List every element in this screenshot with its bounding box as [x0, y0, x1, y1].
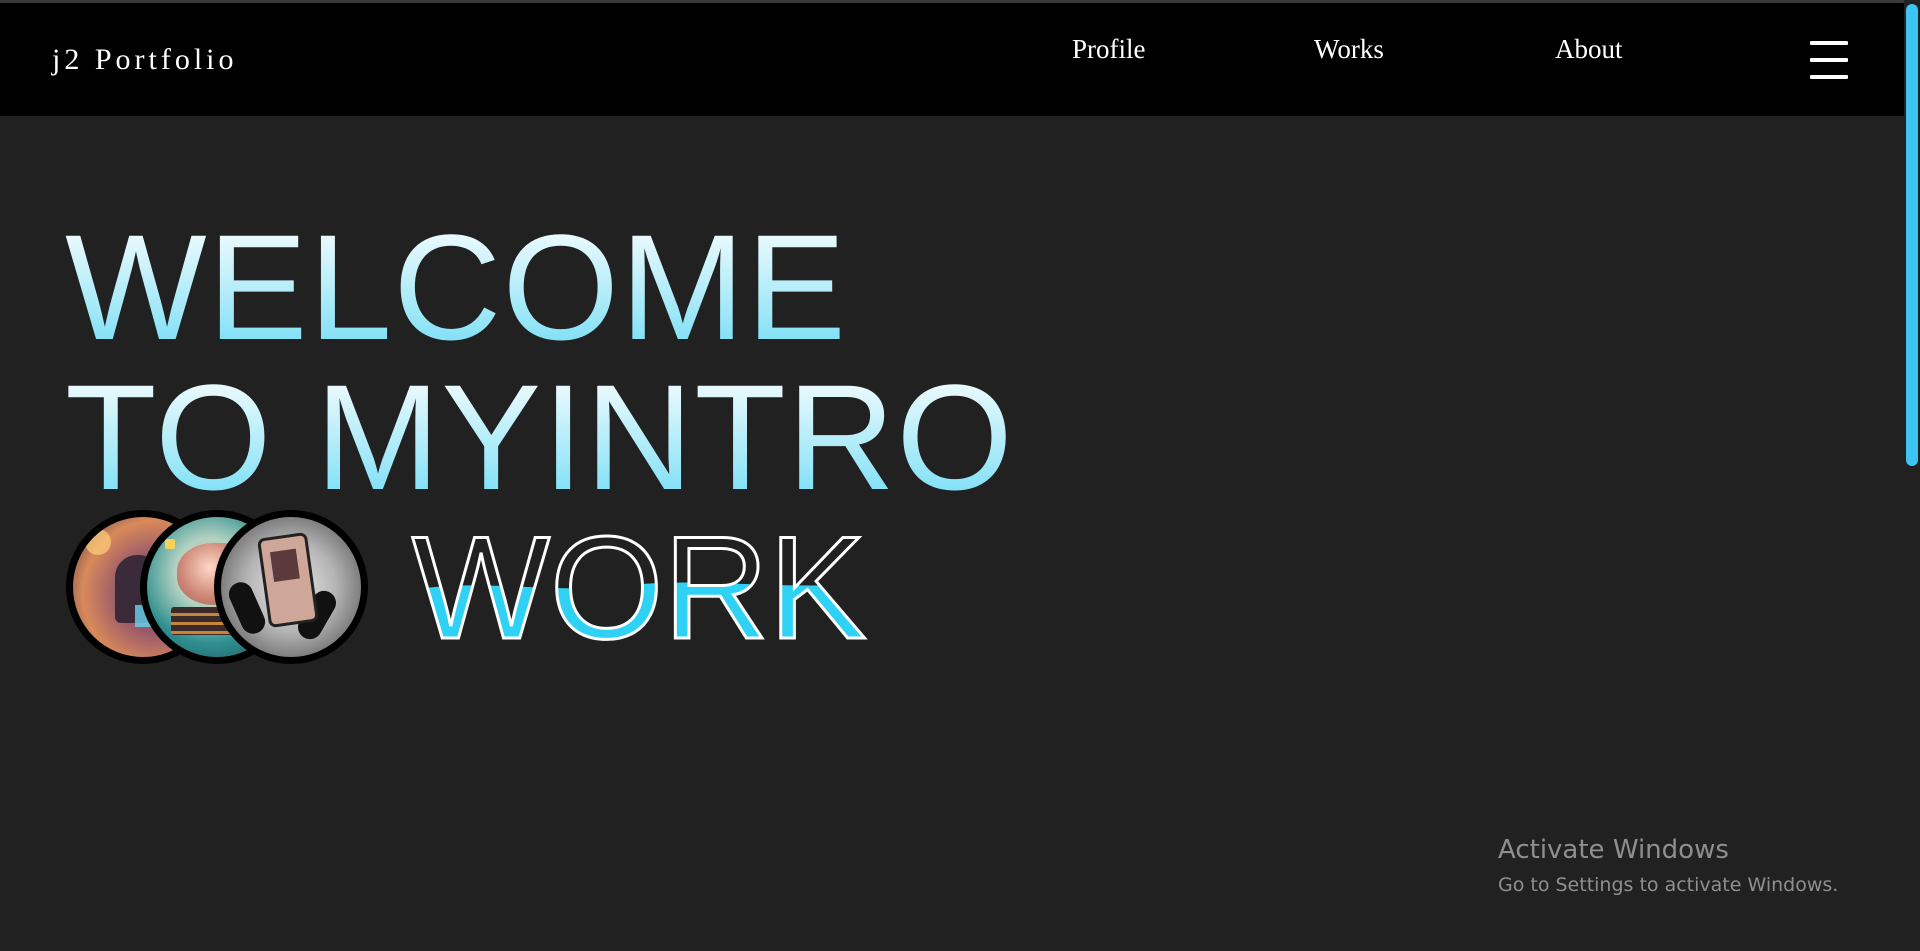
avatar-phone-headphones — [214, 510, 368, 664]
phone-icon — [256, 531, 320, 629]
scrollbar-thumb[interactable] — [1906, 4, 1918, 466]
nav-link-works[interactable]: Works — [1314, 34, 1384, 65]
hero-title-line-1: WELCOME — [65, 203, 848, 371]
nav-link-about[interactable]: About — [1555, 34, 1623, 65]
activate-windows-title: Activate Windows — [1498, 835, 1729, 865]
hero-title-work: WORK WORK — [411, 505, 868, 671]
brand-logo[interactable]: j2 Portfolio — [52, 43, 238, 77]
work-outline: WORK — [412, 506, 866, 669]
headphone-left-icon — [225, 578, 269, 638]
activate-windows-subtitle: Go to Settings to activate Windows. — [1498, 874, 1839, 896]
hero-title-line-2: TO MYINTRO — [65, 353, 1014, 521]
navbar: j2 Portfolio Profile Works About — [0, 3, 1904, 116]
scrollbar[interactable] — [1904, 0, 1920, 951]
avatar-stack — [66, 510, 368, 664]
hamburger-menu-icon[interactable] — [1810, 41, 1848, 81]
nav-link-profile[interactable]: Profile — [1072, 34, 1146, 65]
lamp-icon — [85, 529, 111, 555]
